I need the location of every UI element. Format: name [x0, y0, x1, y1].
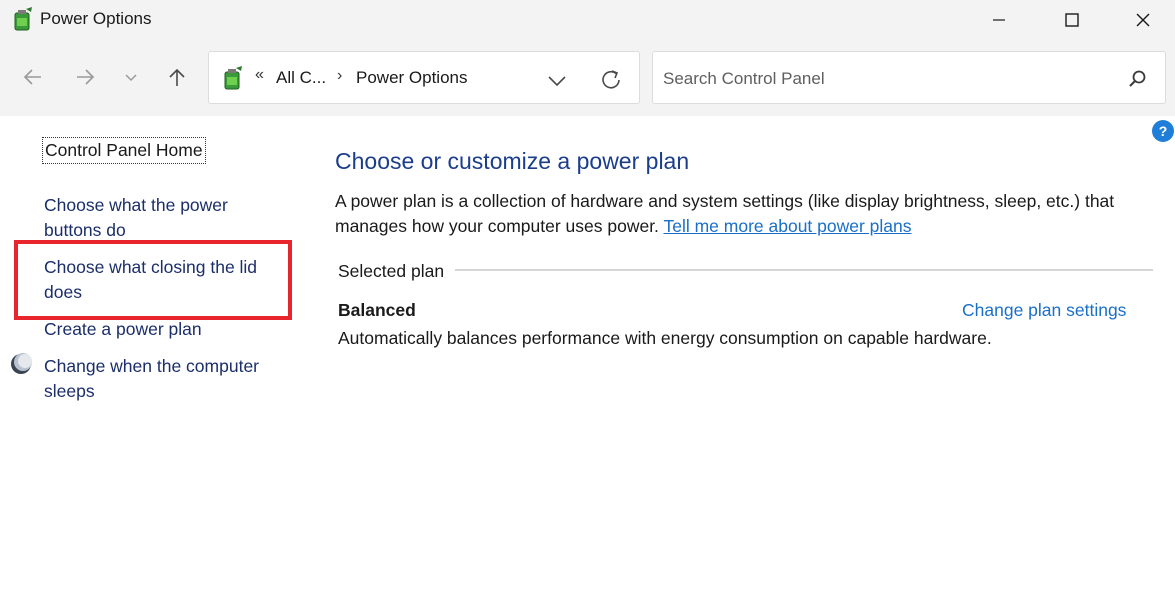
- title-bar: Power Options: [0, 0, 1175, 40]
- page-title: Choose or customize a power plan: [335, 148, 690, 174]
- page-description: A power plan is a collection of hardware…: [335, 189, 1155, 239]
- tell-me-more-link[interactable]: Tell me more about power plans: [663, 216, 911, 236]
- recent-locations-button[interactable]: [116, 62, 146, 92]
- breadcrumb-all-control-panel[interactable]: All C...: [276, 68, 326, 88]
- search-icon[interactable]: [1125, 67, 1149, 91]
- arrow-left-icon: [23, 69, 41, 85]
- sidebar-link-computer-sleeps[interactable]: Change when the computer sleeps: [44, 354, 284, 404]
- close-button[interactable]: [1120, 0, 1166, 40]
- maximize-icon: [1065, 13, 1079, 27]
- sidebar-link-power-buttons[interactable]: Choose what the power buttons do: [44, 193, 284, 243]
- change-plan-settings-link[interactable]: Change plan settings: [962, 300, 1126, 321]
- search-input[interactable]: [663, 66, 1103, 92]
- breadcrumb-separator[interactable]: ›: [337, 67, 342, 85]
- section-divider: [455, 269, 1153, 271]
- breadcrumb-power-options[interactable]: Power Options: [356, 68, 468, 88]
- search-box[interactable]: [652, 51, 1166, 104]
- forward-button[interactable]: [70, 62, 100, 92]
- power-options-icon: [224, 66, 242, 90]
- back-button[interactable]: [18, 62, 48, 92]
- sleep-moon-icon: [11, 353, 32, 374]
- up-button[interactable]: [162, 62, 192, 92]
- plan-name: Balanced: [338, 300, 416, 320]
- address-overflow[interactable]: «: [255, 66, 264, 84]
- chevron-down-icon[interactable]: [545, 68, 569, 92]
- control-panel-home-link[interactable]: Control Panel Home: [42, 137, 206, 164]
- arrow-up-icon: [169, 68, 185, 86]
- sidebar-link-closing-lid[interactable]: Choose what closing the lid does: [44, 255, 284, 305]
- sidebar-link-create-power-plan[interactable]: Create a power plan: [44, 317, 202, 342]
- navigation-bar: « All C... › Power Options: [0, 40, 1175, 116]
- arrow-right-icon: [77, 69, 95, 85]
- selected-plan-label: Selected plan: [338, 261, 445, 281]
- minimize-button[interactable]: [976, 0, 1022, 40]
- address-bar[interactable]: « All C... › Power Options: [208, 51, 640, 104]
- help-button[interactable]: ?: [1152, 120, 1174, 142]
- refresh-icon[interactable]: [598, 67, 624, 93]
- power-options-icon: [14, 7, 32, 31]
- window-title: Power Options: [40, 9, 152, 28]
- maximize-button[interactable]: [1049, 0, 1095, 40]
- minimize-icon: [993, 19, 1005, 21]
- chevron-down-icon: [125, 74, 137, 82]
- plan-description: Automatically balances performance with …: [338, 328, 992, 348]
- close-icon: [1136, 13, 1150, 27]
